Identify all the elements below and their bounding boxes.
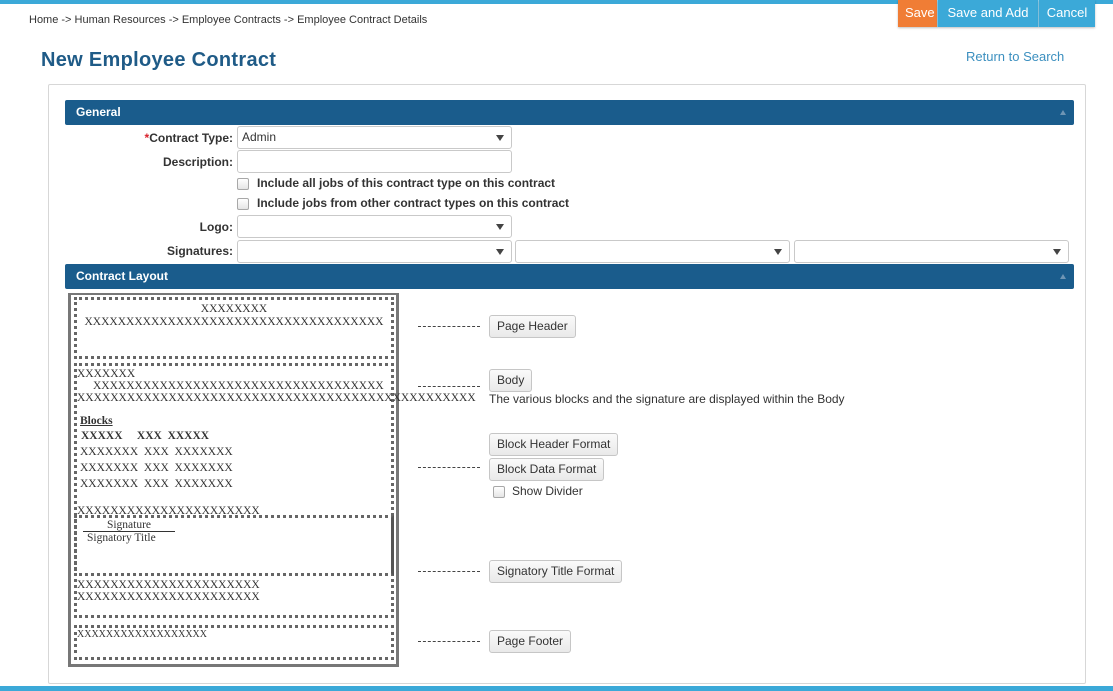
page-title: New Employee Contract <box>41 49 277 71</box>
contract-layout-section-header[interactable]: Contract Layout <box>65 264 1074 289</box>
signature-select-3[interactable] <box>794 240 1069 263</box>
contract-layout-section-title: Contract Layout <box>76 269 169 283</box>
preview-blocks-row: XXXXXXX XXX XXXXXXX <box>80 478 233 490</box>
block-header-format-button[interactable]: Block Header Format <box>489 433 619 456</box>
logo-select[interactable] <box>237 215 512 238</box>
save-and-add-button[interactable]: Save and Add <box>938 0 1039 27</box>
preview-blocks-row: XXXXXXX XXX XXXXXXX <box>80 446 233 458</box>
block-data-format-button[interactable]: Block Data Format <box>489 458 605 481</box>
contract-type-label-text: Contract Type: <box>149 131 233 145</box>
chevron-down-icon <box>496 224 504 230</box>
contract-type-select[interactable]: Admin <box>237 126 512 149</box>
chevron-down-icon <box>496 249 504 255</box>
breadcrumb[interactable]: Home -> Human Resources -> Employee Cont… <box>29 14 427 26</box>
preview-body-line2: XXXXXXXXXXXXXXXXXXXXXXXXXXXXXXXXXXX <box>93 380 384 392</box>
preview-footer-line: XXXXXXXXXXXXXXXXXX <box>77 629 207 640</box>
preview-after-signature-line2: XXXXXXXXXXXXXXXXXXXXXX <box>77 591 260 603</box>
description-input[interactable] <box>237 150 512 173</box>
body-help-text: The various blocks and the signature are… <box>489 392 845 406</box>
body-button[interactable]: Body <box>489 369 533 392</box>
chevron-down-icon <box>496 135 504 141</box>
save-button[interactable]: Save <box>898 0 938 27</box>
contract-type-label: *Contract Type: <box>120 131 233 145</box>
preview-blocks-header: XXXXX XXX XXXXX <box>81 430 210 442</box>
body-connector <box>418 386 480 387</box>
signature-select-2[interactable] <box>515 240 790 263</box>
preview-page-header-region[interactable]: XXXXXXXX XXXXXXXXXXXXXXXXXXXXXXXXXXXXXXX… <box>74 297 394 359</box>
signatory-title-format-button[interactable]: Signatory Title Format <box>489 560 623 583</box>
contract-type-value: Admin <box>242 130 277 144</box>
preview-after-signature-line1: XXXXXXXXXXXXXXXXXXXXXX <box>77 579 260 591</box>
signatory-title-connector <box>418 571 480 572</box>
general-section-title: General <box>76 105 121 119</box>
page-header-connector <box>418 326 480 327</box>
preview-signatory-title: Signatory Title <box>87 532 156 544</box>
include-other-jobs-label: Include jobs from other contract types o… <box>257 196 570 210</box>
block-format-connector <box>418 467 480 468</box>
show-divider-checkbox[interactable] <box>493 486 505 498</box>
page-header-button[interactable]: Page Header <box>489 315 576 338</box>
description-label: Description: <box>162 155 233 169</box>
general-section-header[interactable]: General <box>65 100 1074 125</box>
preview-signature-label: Signature <box>83 519 175 532</box>
signatures-label: Signatures: <box>166 244 233 258</box>
include-all-jobs-label: Include all jobs of this contract type o… <box>257 176 556 190</box>
preview-blocks-row: XXXXXXX XXX XXXXXXX <box>80 462 233 474</box>
preview-blocks-title: Blocks <box>80 415 113 427</box>
preview-body-region[interactable]: XXXXXXX XXXXXXXXXXXXXXXXXXXXXXXXXXXXXXXX… <box>74 363 476 618</box>
preview-header-line1: XXXXXXXX <box>200 303 268 315</box>
chevron-down-icon <box>774 249 782 255</box>
include-other-jobs-checkbox[interactable] <box>237 198 249 210</box>
bottom-accent-bar <box>0 686 1113 691</box>
include-all-jobs-checkbox[interactable] <box>237 178 249 190</box>
preview-body-line3: XXXXXXXXXXXXXXXXXXXXXXXXXXXXXXXXXXXXXXXX… <box>77 392 476 404</box>
show-divider-label: Show Divider <box>512 484 583 498</box>
preview-page-footer-region[interactable]: XXXXXXXXXXXXXXXXXX <box>74 625 394 660</box>
logo-label: Logo: <box>199 220 233 234</box>
page-footer-button[interactable]: Page Footer <box>489 630 572 653</box>
collapse-icon[interactable] <box>1060 274 1066 279</box>
signature-select-1[interactable] <box>237 240 512 263</box>
cancel-button[interactable]: Cancel <box>1039 0 1095 27</box>
return-to-search-link[interactable]: Return to Search <box>966 49 1064 64</box>
preview-signature-region[interactable]: Signature Signatory Title <box>74 515 394 576</box>
contract-layout-preview: XXXXXXXX XXXXXXXXXXXXXXXXXXXXXXXXXXXXXXX… <box>68 293 476 667</box>
page-footer-connector <box>418 641 480 642</box>
preview-body-line1: XXXXXXX <box>77 368 136 380</box>
chevron-down-icon <box>1053 249 1061 255</box>
preview-header-line2: XXXXXXXXXXXXXXXXXXXXXXXXXXXXXXXXXXXX <box>84 316 384 328</box>
action-toolbar: Save Save and Add Cancel <box>898 0 1095 27</box>
collapse-icon[interactable] <box>1060 110 1066 115</box>
